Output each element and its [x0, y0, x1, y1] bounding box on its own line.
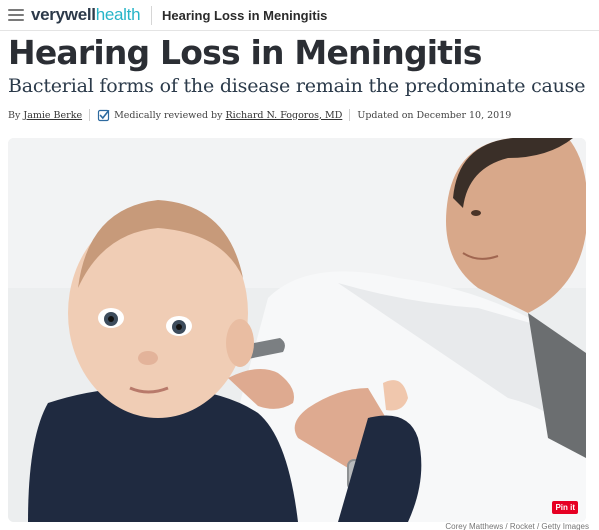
byline-divider: [89, 109, 91, 121]
top-navigation-bar: verywellhealth Hearing Loss in Meningiti…: [0, 0, 599, 31]
image-credit: Corey Matthews / Rocket / Getty Images: [445, 522, 589, 530]
doctor-examining-baby-illustration: [8, 138, 586, 522]
article-title: Hearing Loss in Meningitis: [8, 33, 482, 72]
logo-verywell-text: verywell: [31, 5, 96, 24]
byline-divider-2: [349, 109, 351, 121]
site-logo[interactable]: verywellhealth: [31, 5, 141, 25]
pin-it-button[interactable]: Pin it: [552, 501, 578, 514]
article-subtitle: Bacterial forms of the disease remain th…: [8, 75, 586, 97]
hero-image: Pin it: [8, 138, 586, 522]
logo-health-text: health: [95, 5, 141, 24]
author-link[interactable]: Jamie Berke: [23, 110, 82, 121]
header-divider: [151, 6, 152, 25]
hamburger-menu-icon[interactable]: [8, 9, 24, 22]
reviewed-prefix: Medically reviewed by: [114, 109, 223, 121]
by-prefix: By: [8, 109, 21, 121]
verified-check-icon: [97, 109, 110, 121]
reviewer-link[interactable]: Richard N. Fogoros, MD: [226, 110, 343, 121]
byline: By Jamie Berke Medically reviewed by Ric…: [8, 107, 511, 123]
header-page-title: Hearing Loss in Meningitis: [162, 8, 328, 23]
updated-date: Updated on December 10, 2019: [357, 109, 512, 121]
